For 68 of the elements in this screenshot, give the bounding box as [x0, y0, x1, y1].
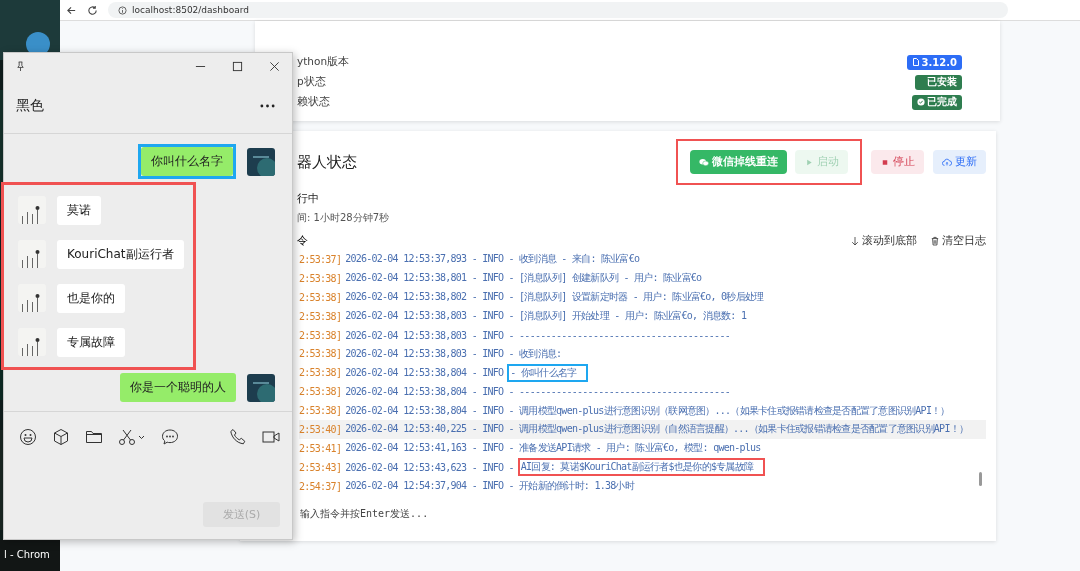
log-text: 2026-02-04 12:53:38,804 - INFO - ---------------------------------------- — [345, 386, 730, 398]
trash-icon — [931, 235, 939, 246]
maximize-icon[interactable] — [232, 60, 243, 72]
log-text: 2026-02-04 12:53:38,802 - INFO - [消息队列] 设置新定时器 - 用户: 陈业富€o, 0秒后处理 — [345, 290, 764, 305]
log-time: 2:53:38] — [299, 310, 342, 322]
log-time: 2:53:38] — [299, 405, 342, 417]
log-time: 2:53:38] — [299, 272, 342, 284]
log-time: 2:53:38] — [299, 348, 342, 360]
log-time: 2:54:37] — [299, 480, 342, 492]
scroll-bottom-button[interactable]: 滚动到底部 — [851, 233, 917, 248]
log-time: 2:53:38] — [299, 329, 342, 341]
message-bubble: 专属故障 — [57, 327, 125, 357]
log-time: 2:53:38] — [299, 386, 342, 398]
back-icon[interactable] — [66, 4, 77, 16]
scissors-icon[interactable] — [118, 428, 146, 446]
reconnect-button[interactable]: 微信掉线重连 — [690, 150, 787, 174]
scrollbar[interactable] — [979, 472, 982, 486]
status-badge: 已完成 — [912, 94, 962, 110]
cloud-upload-icon — [942, 157, 952, 167]
status-badge: 已安装 — [915, 74, 962, 90]
section-title: 令 — [297, 233, 308, 248]
folder-icon[interactable] — [85, 428, 103, 446]
card-title: 器人状态 — [297, 152, 357, 172]
arrow-down-icon — [851, 235, 859, 246]
play-icon — [804, 157, 814, 167]
clear-log-button[interactable]: 清空日志 — [931, 233, 986, 248]
reload-icon[interactable] — [87, 4, 98, 16]
more-icon[interactable] — [260, 104, 275, 108]
message-bubble: 你是一个聪明的人 — [120, 373, 236, 402]
env-label: 赖状态 — [297, 95, 330, 109]
update-button[interactable]: 更新 — [933, 150, 986, 174]
env-label: ython版本 — [297, 55, 350, 69]
log-text: 2026-02-04 12:53:38,803 - INFO - [消息队列] 开始处理 - 用户: 陈业富€o, 消息数: 1 — [345, 309, 747, 324]
message-bubble: 莫诺 — [57, 195, 101, 225]
video-icon[interactable] — [262, 428, 280, 446]
info-icon[interactable] — [118, 5, 127, 15]
log-time: 2:53:41] — [299, 442, 342, 454]
log-text: 2026-02-04 12:53:38,801 - INFO - [消息队列] 创建新队列 - 用户: 陈业富€o — [345, 271, 702, 286]
log-text: 2026-02-04 12:53:41,163 - INFO - 准备发送API请求 - 用户: 陈业富€o, 模型: qwen-plus — [345, 441, 761, 456]
message-bubble: 你叫什么名字 — [141, 147, 233, 176]
address-bar[interactable]: localhost:8502/dashboard — [108, 2, 1008, 18]
log-text: 2026-02-04 12:53:38,804 - INFO — [345, 367, 504, 379]
message-bubble: 也是你的 — [57, 283, 125, 313]
env-label: p状态 — [297, 75, 326, 89]
message-bubble: KouriChat副运行者 — [57, 239, 184, 269]
annotated-log-text: - 你叫什么名字 — [507, 363, 589, 382]
log-text: 2026-02-04 12:53:37,893 - INFO - 收到消息 - 来自: 陈业富€o — [345, 252, 640, 267]
status-badge: 3.12.0 — [906, 54, 962, 70]
chat-bubbles-icon — [699, 157, 709, 167]
log-text: 2026-02-04 12:54:37,904 - INFO - 开始新的倒计时: 1.38小时 — [345, 479, 634, 494]
log-text: 2026-02-04 12:53:40,225 - INFO - 调用模型qwen-plus进行意图识别（自然语言提醒）...（如果卡住或报错请检查是否配置了意图识别API！） — [345, 422, 969, 437]
uptime-text: 间: 1小时28分钟7秒 — [297, 211, 390, 225]
log-time: 2:53:40] — [299, 423, 342, 435]
phone-icon[interactable] — [229, 428, 247, 446]
stop-button[interactable]: 停止 — [871, 150, 924, 174]
close-icon[interactable] — [269, 60, 280, 72]
log-text: 2026-02-04 12:53:38,803 - INFO - ---------------------------------------- — [345, 329, 730, 341]
log-text: 2026-02-04 12:53:38,804 - INFO - 调用模型qwen-plus进行意图识别（联网意图）...（如果卡住或报错请检查是否配置了意图识别API！） — [345, 403, 950, 418]
chat-bubble-icon[interactable] — [161, 428, 179, 446]
log-text: 2026-02-04 12:53:38,803 - INFO - 收到消息: — [345, 346, 562, 361]
status-text: 行中 — [297, 191, 320, 206]
log-time: 2:53:38] — [299, 367, 342, 379]
log-time: 2:53:37] — [299, 253, 342, 265]
stop-icon — [880, 157, 890, 167]
annotated-log-text: AI回复: 莫诺$KouriChat副运行者$也是你的$专属故障 — [517, 458, 766, 477]
log-text: 2026-02-04 12:53:43,623 - INFO - — [345, 461, 514, 473]
log-time: 2:53:43] — [299, 461, 342, 473]
log-time: 2:53:38] — [299, 291, 342, 303]
